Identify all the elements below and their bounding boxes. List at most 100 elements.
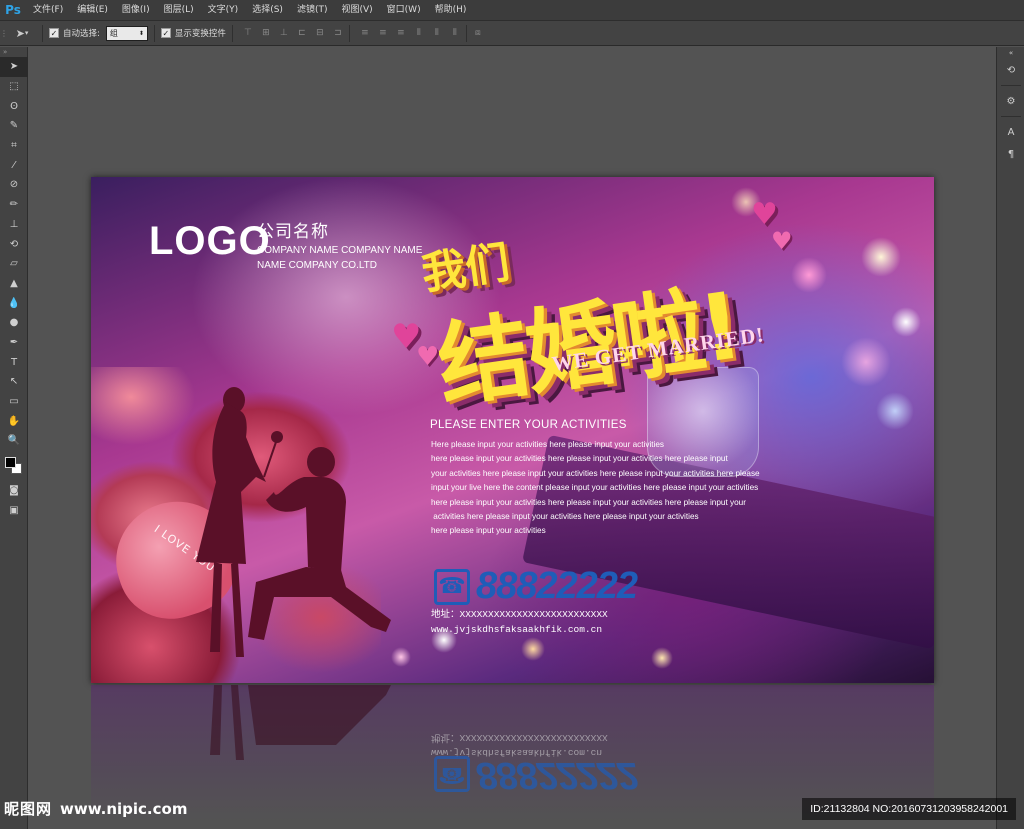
menu-view[interactable]: 视图(V) bbox=[334, 0, 379, 21]
quick-select-tool-icon[interactable]: ✎ bbox=[0, 116, 28, 136]
address-line: 地址：XXXXXXXXXXXXXXXXXXXXXXXXXX bbox=[431, 609, 608, 620]
zoom-tool-icon[interactable]: 🔍 bbox=[0, 431, 28, 451]
menu-window[interactable]: 窗口(W) bbox=[380, 0, 428, 21]
company-name-cn: 公司名称 bbox=[257, 222, 329, 242]
move-tool-icon[interactable]: ➤ bbox=[0, 57, 28, 77]
paint-bucket-tool-icon[interactable]: ▲ bbox=[0, 274, 28, 294]
move-tool-preset-icon[interactable]: ➤ ▾ bbox=[8, 24, 36, 42]
bokeh-light bbox=[651, 647, 673, 669]
align-hcenter-icon[interactable]: ⊟ bbox=[315, 27, 325, 39]
nipic-watermark: 昵图网 www.nipic.com bbox=[4, 798, 187, 819]
quick-mask-icon[interactable]: ◙ bbox=[0, 481, 28, 501]
woman-body bbox=[196, 402, 266, 564]
company-name-en-1: COMPANY NAME COMPANY NAME bbox=[257, 245, 423, 256]
brush-tool-icon[interactable]: ✏ bbox=[0, 195, 28, 215]
menu-edit[interactable]: 编辑(E) bbox=[70, 0, 115, 21]
bokeh-light bbox=[841, 337, 891, 387]
address-line-reflection: 地址：XXXXXXXXXXXXXXXXXXXXXXXXXX bbox=[431, 732, 608, 743]
blur-tool-icon[interactable]: 💧 bbox=[0, 293, 28, 313]
bokeh-light bbox=[861, 237, 901, 277]
type-tool-icon[interactable]: T bbox=[0, 352, 28, 372]
lasso-tool-icon[interactable]: ʘ bbox=[0, 96, 28, 116]
bokeh-light bbox=[891, 307, 921, 337]
activity-line: Here please input your activities here p… bbox=[431, 440, 665, 449]
reflection-legs-woman bbox=[210, 685, 244, 760]
distribute-left-icon[interactable]: ⦀ bbox=[414, 27, 424, 39]
history-panel-icon[interactable]: ⟲ bbox=[997, 59, 1024, 81]
reflection-legs-man bbox=[248, 685, 391, 745]
panel-collapse-icon[interactable]: » bbox=[0, 47, 27, 57]
rectangle-tool-icon[interactable]: ▭ bbox=[0, 392, 28, 412]
panel-expand-icon[interactable]: « bbox=[997, 47, 1024, 59]
eraser-tool-icon[interactable]: ▱ bbox=[0, 254, 28, 274]
divider bbox=[42, 24, 43, 42]
align-right-icon[interactable]: ⊐ bbox=[333, 27, 343, 39]
divider bbox=[465, 24, 467, 42]
couple-silhouette bbox=[196, 387, 391, 657]
company-name-en-2: NAME COMPANY CO.LTD bbox=[257, 260, 378, 271]
auto-align-icon[interactable]: ⧈ bbox=[473, 27, 483, 39]
align-left-icon[interactable]: ⊏ bbox=[297, 27, 307, 39]
menu-type[interactable]: 文字(Y) bbox=[201, 0, 246, 21]
activity-title: PLEASE ENTER YOUR ACTIVITIES bbox=[430, 419, 627, 431]
man-head bbox=[307, 447, 335, 477]
phone-reflection: ☎ 88822222 bbox=[434, 753, 637, 796]
dropdown-arrow-icon: ⬍ bbox=[138, 29, 144, 37]
align-bottom-icon[interactable]: ⊥ bbox=[279, 27, 289, 39]
pen-tool-icon[interactable]: ✒ bbox=[0, 333, 28, 353]
bokeh-light bbox=[521, 637, 545, 661]
distribute-bottom-icon[interactable]: ≡ bbox=[396, 27, 406, 39]
document-canvas[interactable]: I LOVE YOU LOGO 公司名称 COMPANY NAME COMPAN… bbox=[91, 177, 934, 683]
divider bbox=[348, 24, 350, 42]
align-buttons: ⊤ ⊞ ⊥ ⊏ ⊟ ⊐ bbox=[243, 27, 343, 39]
divider bbox=[153, 24, 155, 42]
foreground-color-swatch[interactable] bbox=[5, 456, 16, 468]
menu-layer[interactable]: 图层(L) bbox=[157, 0, 201, 21]
menu-file[interactable]: 文件(F) bbox=[26, 0, 70, 21]
heart-decoration-icon: ♥ bbox=[771, 227, 793, 255]
healing-brush-tool-icon[interactable]: ⊘ bbox=[0, 175, 28, 195]
phone-number-reflection: 88822222 bbox=[476, 754, 638, 796]
paragraph-panel-icon[interactable]: ¶ bbox=[997, 143, 1024, 165]
crop-tool-icon[interactable]: ⌗ bbox=[0, 136, 28, 156]
bokeh-light bbox=[876, 392, 914, 430]
auto-select-checkbox[interactable]: ✓ bbox=[49, 28, 59, 38]
character-panel-icon[interactable]: A bbox=[997, 121, 1024, 143]
menu-select[interactable]: 选择(S) bbox=[245, 0, 290, 21]
dodge-tool-icon[interactable]: ● bbox=[0, 313, 28, 333]
rose-stem bbox=[263, 441, 277, 478]
menu-image[interactable]: 图像(I) bbox=[115, 0, 157, 21]
distribute-vcenter-icon[interactable]: ≡ bbox=[378, 27, 388, 39]
phone-number: 88822222 bbox=[476, 565, 638, 607]
distribute-hcenter-icon[interactable]: ⦀ bbox=[432, 27, 442, 39]
history-brush-tool-icon[interactable]: ⟲ bbox=[0, 234, 28, 254]
distribute-buttons: ≡ ≡ ≡ ⦀ ⦀ ⦀ bbox=[360, 27, 460, 39]
auto-select-label: 自动选择: bbox=[63, 29, 100, 39]
activity-line: here please input your activities here p… bbox=[431, 497, 746, 507]
distribute-right-icon[interactable]: ⦀ bbox=[450, 27, 460, 39]
menu-help[interactable]: 帮助(H) bbox=[428, 0, 474, 21]
activity-line: here please input your activities bbox=[431, 526, 546, 536]
rose-flower bbox=[271, 431, 283, 443]
silhouette-reflection bbox=[210, 685, 391, 760]
divider bbox=[1000, 116, 1021, 117]
activity-line: input your live here the content please … bbox=[431, 483, 759, 493]
marquee-tool-icon[interactable]: ⬚ bbox=[0, 77, 28, 97]
distribute-top-icon[interactable]: ≡ bbox=[360, 27, 370, 39]
menu-filter[interactable]: 滤镜(T) bbox=[290, 0, 335, 21]
path-select-tool-icon[interactable]: ↖ bbox=[0, 372, 28, 392]
activity-line: your activities here please input your a… bbox=[431, 468, 760, 478]
align-top-icon[interactable]: ⊤ bbox=[243, 27, 253, 39]
screen-mode-icon[interactable]: ▣ bbox=[0, 500, 28, 520]
auto-select-dropdown[interactable]: 组 ⬍ bbox=[105, 25, 148, 41]
hand-tool-icon[interactable]: ✋ bbox=[0, 411, 28, 431]
clone-stamp-tool-icon[interactable]: ⊥ bbox=[0, 215, 28, 235]
show-transform-checkbox[interactable]: ✓ bbox=[160, 28, 171, 38]
headline-3d-title: 我们 结婚啦! WE GET MARRIED! ♥ ♥ ♥ ♥ bbox=[391, 197, 841, 422]
grip-icon: ⋮ bbox=[0, 28, 8, 38]
align-vcenter-icon[interactable]: ⊞ bbox=[261, 27, 271, 39]
phone-icon: ☎ bbox=[434, 756, 470, 793]
eyedropper-tool-icon[interactable]: ⁄ bbox=[0, 155, 28, 175]
photoshop-logo[interactable]: Ps bbox=[0, 0, 26, 21]
properties-panel-icon[interactable]: ⚙ bbox=[997, 90, 1024, 112]
